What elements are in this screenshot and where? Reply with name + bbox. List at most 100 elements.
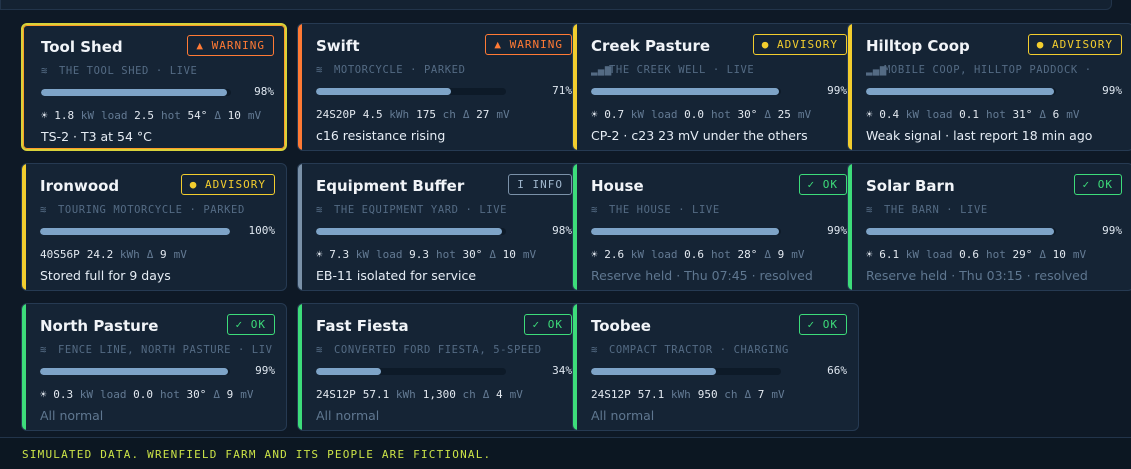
status-badge: I INFO [508,174,572,195]
site-location: ≋ THE EQUIPMENT YARD · LIVE [316,204,575,216]
status-badge: ● ADVISORY [1027,34,1122,55]
stat-unit: hot [436,248,456,261]
stat-unit: hot [161,109,181,122]
charge-bar-fill [40,368,229,375]
charge-bar [40,368,230,375]
status-note: EB-11 isolated for service [316,268,477,283]
status-stripe [22,304,26,430]
site-card-equipment-buffer[interactable]: Equipment Buffer I INFO ≋ THE EQUIPMENT YAR… [297,163,584,291]
site-card-tool-shed[interactable]: Tool Shed ▲ WARNING ≋ THE TOOL SHED · LIVE 9… [21,23,287,151]
site-card-toobee[interactable]: Toobee ✓ OK ≋ COMPACT TRACTOR · CHARGING 66%… [572,303,859,431]
site-card-fast-fiesta[interactable]: Fast Fiesta ✓ OK ≋ CONVERTED FORD FIESTA, 5… [297,303,584,431]
stat-unit: Δ [744,388,752,401]
stat-value: 10 [502,248,516,261]
site-location: ▂▄▆THE CREEK WELL · LIVE [591,64,850,76]
stat-value: 6 [1052,108,1060,121]
site-stats: ☀ 6.1 kW load 0.6 hot 29° Δ 10 mV [866,248,1127,261]
charge-bar-fill [591,88,780,95]
stat-value: 10 [227,109,241,122]
stat-value: 0.6 [684,248,704,261]
stat-value: 30° [462,248,483,261]
charge-bar-fill [316,368,381,375]
status-badge: ▲ WARNING [187,35,274,56]
stat-value: 28° [737,248,758,261]
status-note: All normal [591,408,655,423]
site-card-north-pasture[interactable]: North Pasture ✓ OK ≋ FENCE LINE, NORTH PAST… [21,303,287,431]
stat-value: 7 [757,388,765,401]
stat-value: 0.6 [959,248,979,261]
stat-unit: Δ [482,388,490,401]
location-text: THE BARN · LIVE [884,204,988,216]
stat-unit: kW [79,388,93,401]
charge-bar [316,368,506,375]
site-card-creek-pasture[interactable]: Creek Pasture ● ADVISORY ▂▄▆THE CREEK WELL… [572,23,859,151]
wifi-icon: ≋ [591,204,598,216]
status-note: Reserve held · Thu 03:15 · resolved [866,268,1088,283]
top-panel-edge [0,0,1112,10]
charge-percent: 98% [254,85,274,98]
charge-bar-fill [866,228,1055,235]
stat-unit: mV [247,109,262,122]
location-text: TOURING MOTORCYCLE · PARKED [58,204,245,216]
charge-bar [866,88,1056,95]
status-badge: ✓ OK [798,314,847,335]
stat-value: 9 [777,248,785,261]
site-title: Hilltop Coop [866,37,970,55]
charge-bar-fill [591,368,717,375]
site-title: Toobee [591,317,651,335]
stat-unit: kW [905,248,919,261]
stat-unit: mV [240,388,254,401]
stat-unit: ch [442,108,456,121]
charge-bar [316,88,506,95]
stat-unit: hot [986,248,1006,261]
site-title: Fast Fiesta [316,317,409,335]
stat-unit: hot [986,108,1006,121]
site-stats: ☀ 0.4 kW load 0.1 hot 31° Δ 6 mV [866,108,1127,121]
location-text: THE CREEK WELL · LIVE [609,64,755,76]
status-stripe [573,304,577,430]
stat-value: 175 [416,108,436,121]
charge-percent: 71% [552,84,572,97]
stat-unit: kW [630,108,644,121]
stat-value: ☀ 1.8 [41,109,75,122]
site-stats: ☀ 7.3 kW load 9.3 hot 30° Δ 10 mV [316,248,577,261]
charge-percent: 99% [255,364,275,377]
stat-value: ☀ 6.1 [866,248,900,261]
stat-unit: mV [496,108,510,121]
site-card-hilltop-coop[interactable]: Hilltop Coop ● ADVISORY ▂▄▆MOBILE COOP, HI… [847,23,1131,151]
stat-value: 30° [737,108,758,121]
charge-bar [316,228,506,235]
site-location: ≋ FENCE LINE, NORTH PASTURE · LIV [40,344,278,356]
status-badge: ✓ OK [798,174,847,195]
status-note: Weak signal · last report 18 min ago [866,128,1093,143]
site-stats: ☀ 1.8 kW load 2.5 hot 54° Δ 10 mV [41,109,279,122]
stat-value: 54° [187,109,208,122]
wifi-icon: ≋ [40,204,47,216]
status-stripe [298,304,302,430]
stat-unit: kWh [670,388,691,401]
stat-value: 30° [186,388,207,401]
site-title: North Pasture [40,317,159,335]
site-location: ≋ THE BARN · LIVE [866,204,1125,216]
stat-unit: Δ [146,248,154,261]
stat-unit: load [376,248,403,261]
site-title: House [591,177,644,195]
site-card-ironwood[interactable]: Ironwood ● ADVISORY ≋ TOURING MOTORCYCLE · … [21,163,287,291]
stat-value: 10 [1052,248,1066,261]
stat-unit: load [926,108,953,121]
stat-value: ☀ 0.3 [40,388,74,401]
status-stripe [573,24,577,150]
status-note: Stored full for 9 days [40,268,171,283]
site-card-house[interactable]: House ✓ OK ≋ THE HOUSE · LIVE 99% ☀ 2.6 kW loa… [572,163,859,291]
site-location: ≋ COMPACT TRACTOR · CHARGING [591,344,850,356]
stat-unit: mV [509,388,523,401]
site-stats: ☀ 2.6 kW load 0.6 hot 28° Δ 9 mV [591,248,852,261]
site-card-swift[interactable]: Swift ▲ WARNING ≋ MOTORCYCLE · PARKED 71% 24S… [297,23,584,151]
status-badge: ▲ WARNING [485,34,572,55]
charge-bar [591,228,781,235]
status-badge: ✓ OK [226,314,275,335]
stat-value: 0.0 [133,388,153,401]
stat-value: 57.1 [362,388,390,401]
stat-value: 24S20P [316,108,356,121]
site-card-solar-barn[interactable]: Solar Barn ✓ OK ≋ THE BARN · LIVE 99% ☀ 6.1 k… [847,163,1131,291]
